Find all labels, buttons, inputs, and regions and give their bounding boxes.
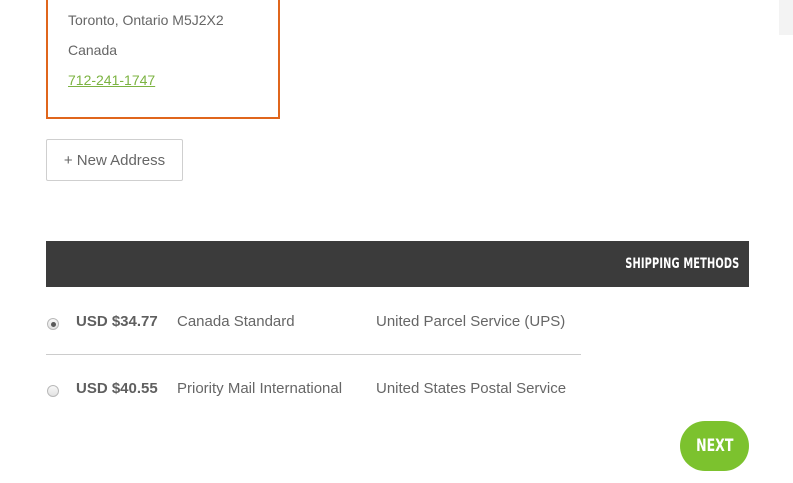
shipping-method-carrier: United States Postal Service (376, 380, 567, 397)
shipping-method-carrier: United Parcel Service (UPS) (376, 313, 566, 330)
checkout-page: Toronto, Ontario M5J2X2 Canada 712-241-1… (0, 0, 793, 483)
shipping-method-price: USD $34.77 (76, 313, 158, 330)
shipping-method-radio[interactable] (47, 385, 59, 397)
shipping-methods-header: SHIPPING METHODS (46, 241, 749, 287)
shipping-method-row[interactable]: USD $40.55 Priority Mail International U… (46, 355, 581, 422)
next-button-label: NEXT (695, 436, 734, 456)
address-phone-link[interactable]: 712-241-1747 (68, 72, 155, 88)
shipping-method-price: USD $40.55 (76, 380, 158, 397)
shipping-methods-title: SHIPPING METHODS (624, 256, 739, 272)
address-country: Canada (68, 42, 118, 58)
scrollbar[interactable] (779, 0, 793, 35)
shipping-method-service: Canada Standard (177, 313, 295, 330)
shipping-method-service: Priority Mail International (177, 380, 343, 397)
shipping-method-radio[interactable] (47, 318, 59, 330)
address-city-line: Toronto, Ontario M5J2X2 (68, 12, 224, 28)
selected-address-card[interactable]: Toronto, Ontario M5J2X2 Canada 712-241-1… (46, 0, 280, 119)
shipping-method-row[interactable]: USD $34.77 Canada Standard United Parcel… (46, 288, 581, 355)
new-address-button[interactable]: + New Address (46, 139, 183, 181)
next-button[interactable]: NEXT (680, 421, 749, 471)
